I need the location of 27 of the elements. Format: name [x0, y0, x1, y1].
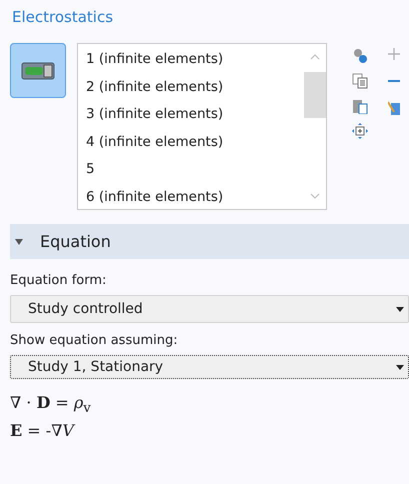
- selection-listbox[interactable]: 1 (infinite elements) 2 (infinite elements) 3 (infinite elements) 4 (infinite elements) 5 6 (infinite elements): [77, 43, 327, 210]
- field-label: Show equation assuming:: [10, 333, 179, 348]
- dropdown[interactable]: Study controlled: [10, 295, 409, 323]
- dropdown-arrow-icon: [396, 364, 404, 370]
- zoom-to-selection-icon[interactable]: [352, 123, 368, 139]
- selection-list-item[interactable]: 3 (infinite elements): [86, 102, 303, 130]
- selection-list-item[interactable]: 6 (infinite elements): [86, 184, 303, 209]
- section-header[interactable]: Equation: [10, 224, 409, 259]
- list-icon[interactable]: [352, 73, 368, 89]
- dropdown-arrow-icon: [396, 306, 404, 312]
- panel-title: Electrostatics: [11, 7, 114, 28]
- selection-list-item[interactable]: 4 (infinite elements): [86, 130, 303, 157]
- paste-icon[interactable]: [352, 98, 368, 114]
- scroll-thumb[interactable]: [304, 72, 326, 118]
- selection-list-item[interactable]: 5: [86, 157, 303, 184]
- equation: ∇ · D = ρ$_{v}$: [10, 392, 92, 417]
- section-title: Equation: [40, 232, 111, 251]
- toggle-switch-icon: [21, 62, 55, 80]
- selection-list-item[interactable]: 2 (infinite elements): [86, 74, 303, 102]
- dropdown[interactable]: Study 1, Stationary: [10, 355, 409, 379]
- selection-list-item[interactable]: 1 (infinite elements): [86, 47, 303, 74]
- add-icon[interactable]: [388, 46, 400, 62]
- activate-selection-toggle[interactable]: [10, 43, 66, 98]
- copy-selection-icon[interactable]: [352, 48, 368, 64]
- clear-selection-icon[interactable]: [388, 100, 400, 116]
- equation: E = -∇V: [10, 420, 76, 442]
- field-label: Equation form:: [10, 273, 108, 288]
